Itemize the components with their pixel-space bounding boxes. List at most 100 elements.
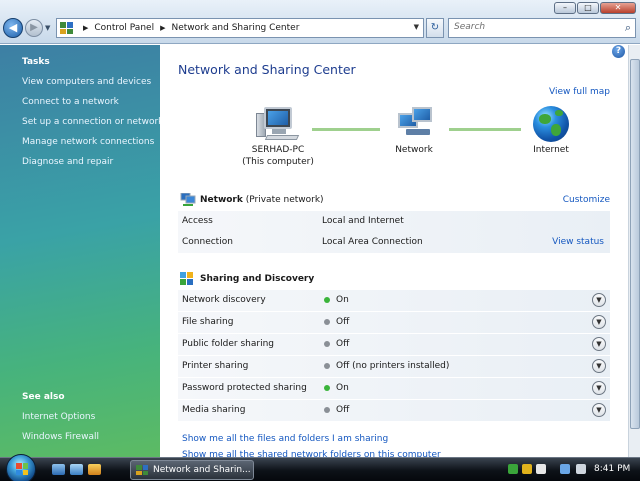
network-connection-row: Connection Local Area Connection View st… — [178, 232, 610, 253]
sharing-row[interactable]: Printer sharing Off (no printers install… — [178, 356, 610, 377]
content-pane: Network and Sharing Center View full map… — [160, 45, 628, 458]
computer-sub-label: (This computer) — [242, 157, 314, 167]
sharing-row[interactable]: Media sharing Off ▼ — [178, 400, 610, 421]
status-on-icon — [324, 297, 330, 303]
see-also-heading: See also — [22, 392, 65, 402]
search-placeholder: Search — [454, 22, 486, 32]
chevron-down-icon[interactable]: ▼ — [592, 315, 606, 329]
tray-volume-icon[interactable] — [576, 464, 586, 474]
chevron-down-icon[interactable]: ▼ — [592, 293, 606, 307]
address-dropdown-icon[interactable]: ▼ — [414, 23, 419, 31]
sharing-row[interactable]: Password protected sharing On ▼ — [178, 378, 610, 399]
vertical-scrollbar[interactable] — [628, 45, 640, 458]
taskbar-window-label: Network and Sharin... — [153, 465, 251, 475]
row-label: Access — [182, 216, 213, 226]
view-full-map-link[interactable]: View full map — [549, 87, 610, 97]
network-section-header: Network (Private network) Customize — [178, 189, 610, 211]
status-off-icon — [324, 407, 330, 413]
row-status: Off — [336, 405, 350, 415]
switch-windows-icon[interactable] — [70, 464, 83, 475]
network-access-row: Access Local and Internet — [178, 211, 610, 232]
internet-globe-icon[interactable] — [533, 106, 569, 142]
control-panel-icon — [136, 465, 148, 475]
tray-connection-icon[interactable] — [560, 464, 570, 474]
network-label: Network — [395, 145, 433, 155]
task-manage-connections[interactable]: Manage network connections — [22, 137, 154, 147]
row-label: Printer sharing — [182, 361, 249, 371]
status-off-icon — [324, 319, 330, 325]
sharing-row[interactable]: File sharing Off ▼ — [178, 312, 610, 333]
recent-pages-dropdown[interactable]: ▼ — [45, 24, 50, 32]
windows-logo-icon — [16, 463, 28, 475]
row-status: Off — [336, 339, 350, 349]
network-icon[interactable] — [398, 107, 436, 139]
chevron-down-icon[interactable]: ▼ — [592, 359, 606, 373]
scrollbar-thumb[interactable] — [630, 59, 640, 429]
sharing-icon — [180, 272, 193, 285]
sharing-section-header: Sharing and Discovery — [178, 268, 610, 290]
network-pc-icon — [180, 193, 196, 206]
sharing-title: Sharing and Discovery — [200, 274, 315, 284]
status-off-icon — [324, 363, 330, 369]
row-status: Off (no printers installed) — [336, 361, 450, 371]
view-status-link[interactable]: View status — [552, 237, 604, 247]
see-also-internet-options[interactable]: Internet Options — [22, 412, 95, 422]
customize-link[interactable]: Customize — [563, 195, 610, 205]
tray-app-icon[interactable] — [536, 464, 546, 474]
maximize-button[interactable]: □ — [577, 2, 599, 14]
address-toolbar: – □ ✕ ◀ ▶ ▼ ▶ Control Panel ▶ Network an… — [0, 0, 640, 44]
task-view-computers[interactable]: View computers and devices — [22, 77, 151, 87]
search-icon[interactable]: ⌕ — [625, 21, 631, 35]
row-label: Password protected sharing — [182, 383, 307, 393]
show-shared-files-link[interactable]: Show me all the files and folders I am s… — [182, 434, 388, 444]
row-value: Local and Internet — [322, 216, 404, 226]
connection-line — [449, 128, 521, 131]
status-on-icon — [324, 385, 330, 391]
task-connect-network[interactable]: Connect to a network — [22, 97, 119, 107]
refresh-button[interactable]: ↻ — [426, 18, 444, 38]
taskbar-window-button[interactable]: Network and Sharin... — [130, 460, 254, 480]
network-section: Network (Private network) Customize Acce… — [178, 189, 610, 259]
row-label: File sharing — [182, 317, 234, 327]
computer-icon[interactable] — [256, 107, 300, 141]
chevron-down-icon[interactable]: ▼ — [592, 337, 606, 351]
breadcrumb-chevron-icon[interactable]: ▶ — [160, 24, 165, 32]
task-setup-connection[interactable]: Set up a connection or network — [22, 117, 163, 127]
breadcrumb-control-panel[interactable]: Control Panel — [94, 23, 154, 33]
back-button[interactable]: ◀ — [3, 18, 23, 38]
address-bar[interactable]: ▶ Control Panel ▶ Network and Sharing Ce… — [56, 18, 424, 38]
status-off-icon — [324, 341, 330, 347]
chevron-down-icon[interactable]: ▼ — [592, 403, 606, 417]
breadcrumb-network-sharing-center[interactable]: Network and Sharing Center — [171, 23, 299, 33]
task-pane: Tasks View computers and devices Connect… — [0, 45, 163, 458]
row-label: Public folder sharing — [182, 339, 275, 349]
forward-button[interactable]: ▶ — [25, 19, 43, 37]
network-name: Network — [200, 195, 243, 205]
breadcrumb-chevron-icon[interactable]: ▶ — [83, 24, 88, 32]
start-button[interactable] — [6, 454, 36, 481]
row-label: Media sharing — [182, 405, 246, 415]
tray-network-icon[interactable] — [508, 464, 518, 474]
sharing-row[interactable]: Public folder sharing Off ▼ — [178, 334, 610, 355]
close-button[interactable]: ✕ — [600, 2, 636, 14]
row-value: Local Area Connection — [322, 237, 423, 247]
chevron-down-icon[interactable]: ▼ — [592, 381, 606, 395]
tasks-heading: Tasks — [22, 57, 50, 67]
search-input[interactable]: Search ⌕ — [448, 18, 636, 38]
minimize-button[interactable]: – — [554, 2, 576, 14]
help-icon[interactable]: ? — [612, 45, 625, 58]
control-panel-icon — [60, 22, 73, 34]
row-status: On — [336, 295, 349, 305]
see-also-windows-firewall[interactable]: Windows Firewall — [22, 432, 99, 442]
taskbar-clock[interactable]: 8:41 PM — [594, 464, 630, 474]
tray-security-icon[interactable] — [522, 464, 532, 474]
page-title: Network and Sharing Center — [178, 62, 356, 77]
connection-line — [312, 128, 380, 131]
media-player-icon[interactable] — [88, 464, 101, 475]
window-controls: – □ ✕ — [554, 2, 636, 14]
show-desktop-icon[interactable] — [52, 464, 65, 475]
network-type: (Private network) — [245, 195, 324, 205]
sharing-row[interactable]: Network discovery On ▼ — [178, 290, 610, 311]
internet-label: Internet — [533, 145, 569, 155]
task-diagnose-repair[interactable]: Diagnose and repair — [22, 157, 113, 167]
